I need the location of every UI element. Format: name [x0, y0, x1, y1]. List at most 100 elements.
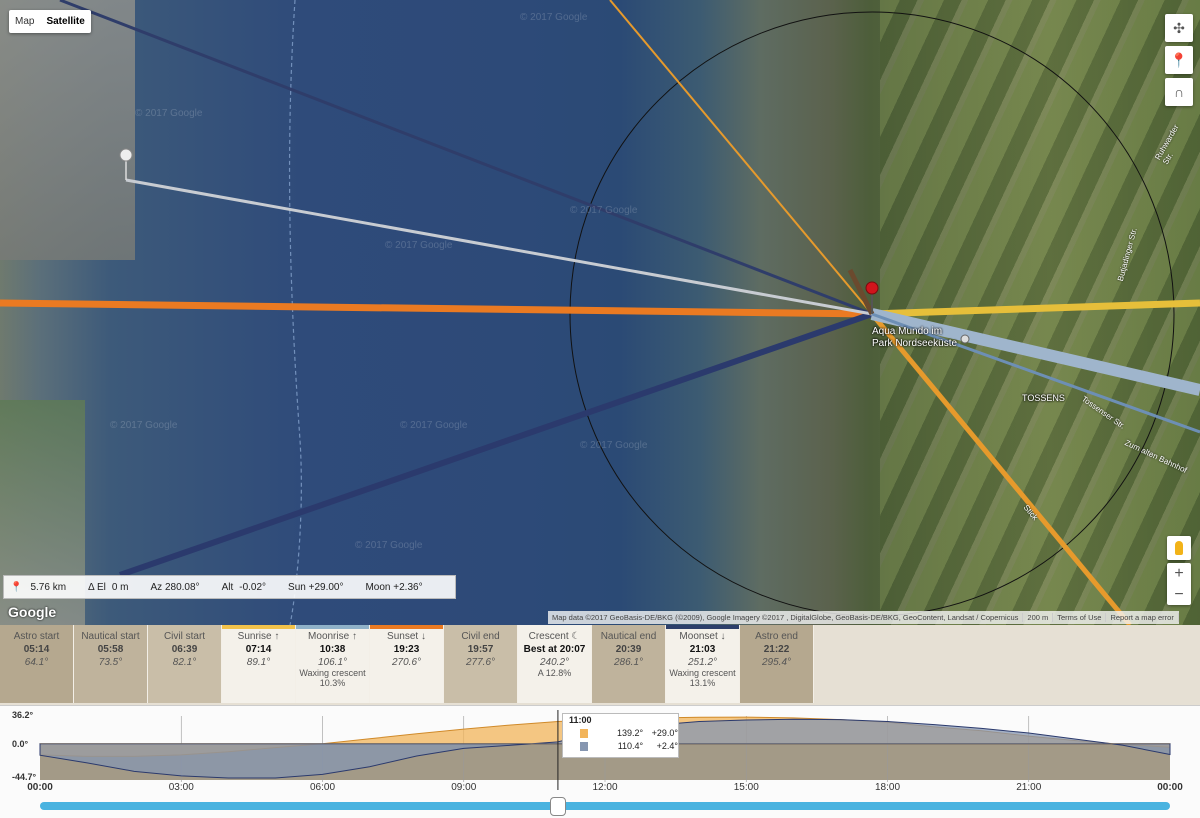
event-color-bar: [296, 625, 369, 629]
event-cell[interactable]: Astro start 05:14 64.1°: [0, 625, 74, 703]
event-time: 10:38: [319, 644, 346, 655]
event-cell[interactable]: Moonset ↓ 21:03 251.2° Waxing crescent 13.1%: [666, 625, 740, 703]
x-tick-label: 00:00: [27, 782, 53, 793]
event-name: Sunset ↓: [387, 631, 426, 642]
event-cell[interactable]: Civil end 19:57 277.6°: [444, 625, 518, 703]
event-name: Moonrise ↑: [308, 631, 357, 642]
event-azimuth: 251.2°: [687, 657, 718, 668]
event-name: Crescent ☾: [528, 631, 581, 642]
tooltip-moon-alt: +2.4°: [656, 741, 679, 751]
watermark: © 2017 Google: [385, 240, 453, 251]
event-time: Best at 20:07: [523, 644, 586, 655]
event-name: Nautical end: [600, 631, 657, 642]
event-illumination: 10.3%: [319, 678, 346, 688]
x-tick-label: 06:00: [309, 782, 336, 793]
event-name: Astro end: [755, 631, 798, 642]
event-time: 21:22: [763, 644, 790, 655]
event-time: 05:58: [97, 644, 124, 655]
events-bar: Astro start 05:14 64.1° Nautical start 05:58…: [0, 625, 1200, 705]
event-time: 21:03: [689, 644, 716, 655]
zoom-in-button[interactable]: +: [1167, 563, 1191, 584]
event-color-bar: [666, 625, 739, 629]
event-azimuth: 89.1°: [246, 657, 271, 668]
event-cell[interactable]: Sunset ↓ 19:23 270.6°: [370, 625, 444, 703]
target-line: [125, 178, 873, 316]
time-slider-thumb[interactable]: [550, 797, 566, 816]
event-azimuth: 240.2°: [539, 657, 570, 668]
event-cell[interactable]: Moonrise ↑ 10:38 106.1° Waxing crescent 10.3…: [296, 625, 370, 703]
terms-link[interactable]: Terms of Use: [1053, 613, 1107, 622]
watermark: © 2017 Google: [400, 420, 468, 431]
event-azimuth: 295.4°: [761, 657, 792, 668]
google-logo: Google: [8, 604, 57, 620]
sunrise-direction-line: [609, 0, 873, 315]
x-tick-label: 18:00: [874, 782, 901, 793]
watermark: © 2017 Google: [570, 205, 638, 216]
y-max-label: 36.2°: [12, 710, 34, 720]
event-azimuth: 277.6°: [465, 657, 496, 668]
crosshair-icon: ✣: [1173, 19, 1185, 36]
time-slider-track[interactable]: [40, 802, 1170, 810]
watermark: © 2017 Google: [580, 440, 648, 451]
event-time: 05:14: [23, 644, 50, 655]
event-color-bar: [222, 625, 295, 629]
event-azimuth: 106.1°: [317, 657, 348, 668]
event-cell[interactable]: Crescent ☾ Best at 20:07 240.2° A 12.8%: [518, 625, 592, 703]
map-overlay: [0, 0, 1200, 625]
sun-value: Sun +29.00°: [288, 581, 344, 593]
event-azimuth: 286.1°: [613, 657, 644, 668]
delta-el-label: Δ El: [88, 581, 106, 593]
sun-swatch-icon: [580, 728, 589, 738]
event-color-bar: [370, 625, 443, 629]
azimuth-value: Az 280.08°: [150, 581, 200, 593]
timeline-panel: 36.2° 0.0° -44.7° 00:00 03:00 06:00 09:00 12…: [0, 705, 1200, 818]
alt-label: Alt: [221, 581, 234, 593]
tooltip-time: 11:00: [569, 715, 592, 725]
event-cell[interactable]: Nautical end 20:39 286.1°: [592, 625, 666, 703]
tooltip-sun-alt: +29.0°: [651, 728, 679, 738]
map-view[interactable]: © 2017 Google © 2017 Google © 2017 Googl…: [0, 0, 1200, 625]
locate-button[interactable]: ✣: [1165, 14, 1193, 42]
geodetics-icon: ∩: [1173, 84, 1185, 100]
event-time: 06:39: [171, 644, 198, 655]
pins-icon: 📍: [10, 581, 23, 593]
event-cell[interactable]: Nautical start 05:58 73.5°: [74, 625, 148, 703]
x-tick-label: 00:00: [1157, 782, 1183, 793]
y-min-label: -44.7°: [12, 772, 37, 782]
x-tick-label: 15:00: [733, 782, 759, 793]
watermark: © 2017 Google: [135, 108, 203, 119]
event-azimuth: 270.6°: [391, 657, 422, 668]
pegman-icon: [1175, 541, 1183, 555]
report-link[interactable]: Report a map error: [1106, 613, 1179, 622]
event-name: Sunrise ↑: [237, 631, 280, 642]
watermark: © 2017 Google: [110, 420, 178, 431]
sunset-azimuth-line: [0, 299, 873, 318]
event-name: Moonset ↓: [679, 631, 726, 642]
event-name: Civil start: [163, 631, 206, 642]
x-tick-label: 21:00: [1016, 782, 1042, 793]
event-cell[interactable]: Sunrise ↑ 07:14 89.1°: [222, 625, 296, 703]
zoom-out-button[interactable]: −: [1167, 584, 1191, 605]
y-zero-label: 0.0°: [12, 739, 29, 749]
tooltip-moon-az: 110.4°: [617, 741, 644, 751]
event-cell[interactable]: Civil start 06:39 82.1°: [148, 625, 222, 703]
sunrise-azimuth-line: [871, 299, 1200, 318]
street-view-pegman[interactable]: [1167, 536, 1191, 560]
x-tick-label: 03:00: [168, 782, 194, 793]
geodetic-info-bar: 📍 5.76 km Δ El 0 m Az 280.08° Alt -0.02°…: [3, 575, 456, 599]
event-name: Civil end: [461, 631, 500, 642]
pin-button[interactable]: 📍: [1165, 46, 1193, 74]
measure-button[interactable]: ∩: [1165, 78, 1193, 106]
event-phase: Waxing crescent: [299, 668, 366, 678]
moon-value: Moon +2.36°: [365, 581, 423, 593]
poi-marker-icon[interactable]: [960, 334, 970, 344]
map-type-satellite-button[interactable]: Satellite: [40, 10, 90, 33]
watermark: © 2017 Google: [520, 12, 588, 23]
map-type-map-button[interactable]: Map: [9, 10, 40, 33]
event-cell[interactable]: Astro end 21:22 295.4°: [740, 625, 814, 703]
observer-pin-icon[interactable]: [865, 281, 879, 295]
moonset-azimuth-line: [119, 311, 873, 578]
alt-value: -0.02°: [239, 581, 267, 593]
target-pin-icon[interactable]: [119, 148, 133, 162]
chart-tooltip: 11:00 139.2° +29.0° 110.4° +2.4°: [562, 713, 679, 758]
